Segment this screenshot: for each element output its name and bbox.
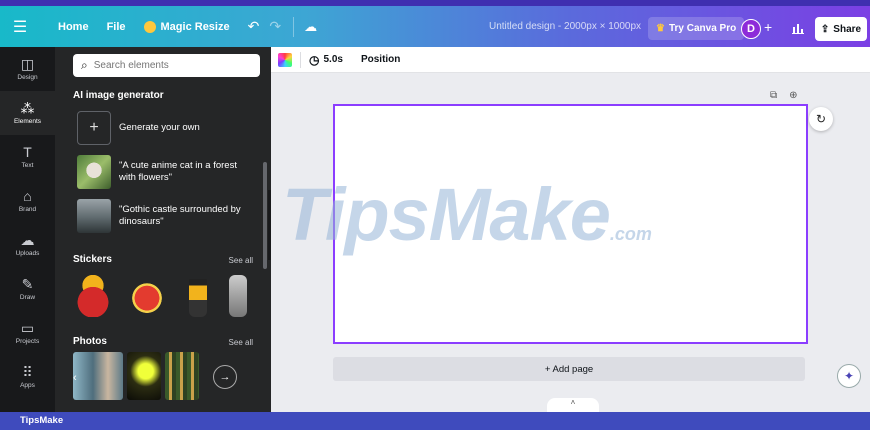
photo-thumbnail[interactable] xyxy=(127,352,161,400)
rail-item-uploads[interactable]: ☁ Uploads xyxy=(0,223,55,267)
top-bar: ☰ Home File Magic Resize ↶ ↷ ☁ Untitled … xyxy=(0,0,870,47)
briefcase-icon: ⌂ xyxy=(23,188,32,204)
plus-icon: + xyxy=(77,111,111,145)
canvas-toolbar: ◷ 5.0s Position xyxy=(271,47,870,73)
magic-assistant-icon[interactable]: ✦ xyxy=(837,364,861,388)
toolbar-divider xyxy=(300,51,301,68)
photos-see-all-link[interactable]: See all xyxy=(229,338,253,347)
ai-item-label: "Gothic castle surrounded by dinosaurs" xyxy=(119,204,241,227)
stickers-heading: Stickers xyxy=(73,254,112,265)
sticker-person[interactable] xyxy=(229,275,247,317)
layout-icon: ◫ xyxy=(20,56,35,72)
rail-item-design[interactable]: ◫ Design xyxy=(0,47,55,91)
rail-item-brand[interactable]: ⌂ Brand xyxy=(0,179,55,223)
grid-icon: ⠿ xyxy=(22,364,33,380)
ai-example-castle[interactable]: "Gothic castle surrounded by dinosaurs" xyxy=(77,199,257,233)
footer-brand: TipsMake xyxy=(20,415,64,426)
pen-icon: ✎ xyxy=(21,276,34,292)
gothic-castle-thumbnail xyxy=(77,199,111,233)
photos-row xyxy=(73,352,199,400)
text-icon: T xyxy=(23,144,32,160)
elements-panel: ⌕ AI image generator + Generate your own… xyxy=(55,47,271,412)
rail-item-draw[interactable]: ✎ Draw xyxy=(0,267,55,311)
bar-chart-icon xyxy=(792,24,804,34)
watermark: TipsMake.com xyxy=(282,178,652,271)
hamburger-menu-icon[interactable]: ☰ xyxy=(0,17,40,37)
photo-thumbnail[interactable] xyxy=(165,352,199,400)
share-icon: ⇪ xyxy=(820,23,830,35)
home-button[interactable]: Home xyxy=(58,21,89,33)
cloud-upload-icon: ☁ xyxy=(20,232,35,248)
search-input[interactable] xyxy=(93,60,244,71)
share-label: Share xyxy=(833,23,862,35)
share-button[interactable]: ⇪ Share xyxy=(815,17,867,41)
photos-next-arrow-icon[interactable]: → xyxy=(213,365,237,389)
ai-item-label: Generate your own xyxy=(119,122,200,133)
rail-label: Elements xyxy=(13,118,42,125)
folder-icon: ▭ xyxy=(20,320,35,336)
rail-label: Design xyxy=(17,74,38,81)
undo-icon[interactable]: ↶ xyxy=(248,18,260,35)
rail-label: Brand xyxy=(18,206,37,213)
page-actions: ⧉ ⊕ xyxy=(770,90,798,101)
insights-chart-icon[interactable] xyxy=(787,17,809,40)
magic-resize-button[interactable]: Magic Resize xyxy=(143,20,230,33)
invite-plus-icon[interactable]: + xyxy=(764,19,772,35)
crown-icon: ♛ xyxy=(656,23,665,34)
rail-label: Draw xyxy=(19,294,36,301)
rail-item-text[interactable]: T Text xyxy=(0,135,55,179)
expand-pages-chevron-icon[interactable]: ˄ xyxy=(547,398,599,412)
rail-label: Apps xyxy=(20,382,35,389)
search-box[interactable]: ⌕ xyxy=(73,54,260,77)
rail-label: Text xyxy=(21,162,34,169)
refresh-icon[interactable]: ↻ xyxy=(809,107,833,131)
watermark-text: TipsMake xyxy=(282,173,611,256)
rail-item-elements[interactable]: ⁂ Elements xyxy=(0,91,55,135)
duplicate-page-icon[interactable]: ⧉ xyxy=(770,90,777,101)
rail-item-apps[interactable]: ⠿ Apps xyxy=(0,355,55,399)
color-picker-icon[interactable] xyxy=(278,52,292,67)
rail-label: Projects xyxy=(15,338,40,345)
duration-button[interactable]: ◷ 5.0s xyxy=(309,53,343,67)
anime-cat-thumbnail xyxy=(77,155,111,189)
position-button[interactable]: Position xyxy=(361,54,400,65)
stickers-see-all-link[interactable]: See all xyxy=(229,256,253,265)
sticker-lion-dance[interactable] xyxy=(127,275,167,317)
panel-scrollbar[interactable] xyxy=(263,162,267,269)
rail-item-projects[interactable]: ▭ Projects xyxy=(0,311,55,355)
try-pro-label: Try Canva Pro xyxy=(668,23,737,34)
add-page-icon[interactable]: ⊕ xyxy=(789,90,797,101)
footer-bar: TipsMake xyxy=(0,412,870,430)
document-title[interactable]: Untitled design - 2000px × 1000px xyxy=(489,21,641,32)
side-rail: ◫ Design ⁂ Elements T Text ⌂ Brand ☁ Uploads … xyxy=(0,47,55,412)
watermark-suffix: .com xyxy=(609,224,652,244)
search-icon: ⌕ xyxy=(81,58,88,72)
avatar[interactable]: D xyxy=(741,19,761,39)
crown-icon xyxy=(143,20,156,33)
ai-generator-heading: AI image generator xyxy=(73,90,164,101)
ai-example-cat[interactable]: "A cute anime cat in a forest with flowe… xyxy=(77,155,247,189)
photo-thumbnail[interactable] xyxy=(73,352,123,400)
photos-heading: Photos xyxy=(73,336,107,347)
clock-icon: ◷ xyxy=(309,52,320,67)
magic-resize-label: Magic Resize xyxy=(160,20,230,33)
duration-label: 5.0s xyxy=(323,54,343,65)
file-menu-button[interactable]: File xyxy=(107,21,126,33)
rail-label: Uploads xyxy=(15,250,40,257)
ai-item-label: "A cute anime cat in a forest with flowe… xyxy=(119,160,237,183)
try-canva-pro-button[interactable]: ♛ Try Canva Pro xyxy=(648,17,745,40)
redo-icon[interactable]: ↷ xyxy=(269,18,281,35)
add-page-button[interactable]: + Add page xyxy=(333,357,805,381)
sticker-lucky-bag[interactable] xyxy=(73,275,113,317)
shapes-icon: ⁂ xyxy=(20,100,35,116)
cloud-save-icon[interactable]: ☁ xyxy=(304,19,317,35)
stickers-row xyxy=(73,275,247,317)
ai-generate-own[interactable]: + Generate your own xyxy=(77,111,200,145)
photos-prev-icon[interactable]: ‹ xyxy=(73,372,77,384)
topbar-divider xyxy=(293,16,295,37)
sticker-character[interactable] xyxy=(189,275,207,317)
